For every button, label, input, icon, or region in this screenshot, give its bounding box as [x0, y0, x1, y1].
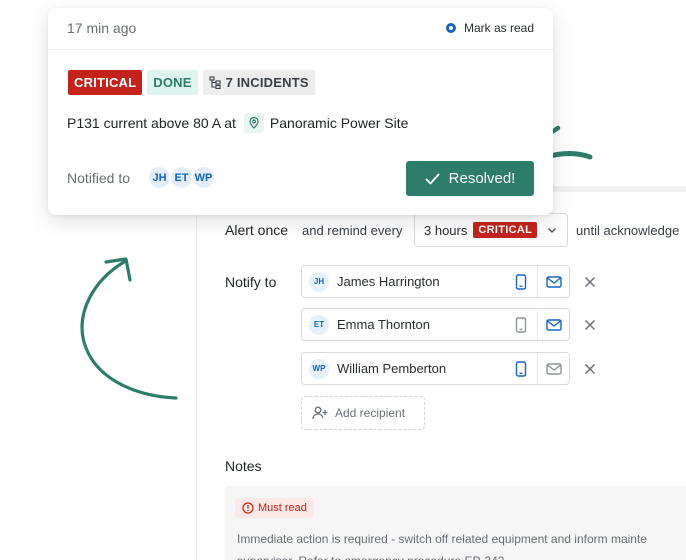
must-read-label: Must read: [258, 502, 307, 514]
critical-badge: CRITICAL: [68, 70, 143, 95]
avatar: ET: [309, 314, 329, 335]
notified-label: Notified to: [67, 170, 131, 186]
recipient-row: WP William Pemberton: [301, 352, 570, 385]
incidents-badge[interactable]: 7 INCIDENTS: [202, 70, 315, 95]
recipient-name: William Pemberton: [337, 361, 447, 376]
alert-frequency-row: Alert once and remind every 3 hours CRIT…: [225, 212, 686, 248]
location-pin-icon: [243, 113, 264, 133]
phone-toggle[interactable]: [505, 353, 537, 384]
remove-recipient-icon[interactable]: [583, 275, 597, 289]
email-toggle[interactable]: [537, 309, 569, 340]
check-icon: [425, 173, 440, 184]
phone-toggle[interactable]: [505, 266, 537, 297]
alert-message: P131 current above 80 A at Panoramic Pow…: [67, 113, 408, 133]
notify-to-label: Notify to: [225, 274, 277, 290]
add-recipient-button[interactable]: Add recipient: [301, 396, 425, 430]
avatar: WP: [309, 358, 329, 379]
phone-toggle[interactable]: [505, 309, 537, 340]
alert-once-label: Alert once: [225, 222, 289, 238]
notified-avatars: JH ET WP: [147, 165, 216, 190]
chevron-down-icon: [548, 228, 556, 233]
tag-list: CRITICAL DONE 7 INCIDENTS: [68, 70, 315, 95]
interval-value: 3 hours: [424, 222, 468, 238]
email-toggle[interactable]: [537, 266, 569, 297]
remove-recipient-icon[interactable]: [583, 318, 597, 332]
must-read-badge: Must read: [235, 498, 314, 518]
curved-arrow-icon: [80, 257, 178, 400]
resolved-button[interactable]: Resolved!: [406, 161, 534, 196]
notes-label: Notes: [225, 458, 262, 474]
mail-icon: [545, 362, 562, 375]
remove-recipient-icon[interactable]: [583, 362, 597, 376]
recipient-name: Emma Thornton: [337, 317, 430, 332]
avatar: JH: [309, 271, 329, 292]
remind-label: and remind every: [302, 223, 403, 238]
message-text: P131 current above 80 A at: [67, 115, 236, 131]
notes-box[interactable]: Must read Immediate action is required -…: [225, 486, 686, 560]
notes-text: Immediate action is required - switch of…: [237, 528, 686, 560]
avatar[interactable]: WP: [191, 165, 216, 190]
mail-icon: [545, 275, 562, 288]
interval-critical-badge: CRITICAL: [473, 222, 538, 238]
alert-circle-icon: [242, 502, 254, 514]
alert-settings-panel: Alert once and remind every 3 hours CRIT…: [196, 186, 686, 560]
mail-icon: [545, 318, 562, 331]
site-link[interactable]: Panoramic Power Site: [270, 115, 409, 131]
until-label: until acknowledge: [576, 223, 680, 238]
timestamp: 17 min ago: [67, 20, 137, 36]
recipient-row: ET Emma Thornton: [301, 308, 570, 341]
mark-as-read-button[interactable]: Mark as read: [445, 21, 534, 35]
phone-icon: [515, 316, 527, 333]
notes-line: Immediate action is required - switch of…: [237, 532, 647, 546]
notification-card[interactable]: 17 min ago Mark as read CRITICAL DONE 7 …: [48, 8, 553, 215]
email-toggle[interactable]: [537, 353, 569, 384]
phone-icon: [515, 360, 527, 377]
resolved-label: Resolved!: [448, 170, 516, 187]
phone-icon: [515, 273, 527, 290]
add-recipient-label: Add recipient: [335, 406, 406, 420]
add-user-icon: [312, 406, 328, 420]
incidents-label: 7 INCIDENTS: [225, 75, 309, 90]
card-header: 17 min ago Mark as read: [48, 8, 553, 50]
recipient-name: James Harrington: [337, 274, 440, 289]
unread-dot-icon: [445, 23, 456, 33]
recipient-row: JH James Harrington: [301, 265, 570, 298]
mark-as-read-label: Mark as read: [463, 21, 534, 35]
done-badge: DONE: [147, 70, 198, 95]
remind-interval-select[interactable]: 3 hours CRITICAL: [414, 213, 568, 247]
hierarchy-icon: [209, 76, 221, 89]
notes-line: supervisor. Refer to emergency procedure…: [237, 550, 686, 560]
